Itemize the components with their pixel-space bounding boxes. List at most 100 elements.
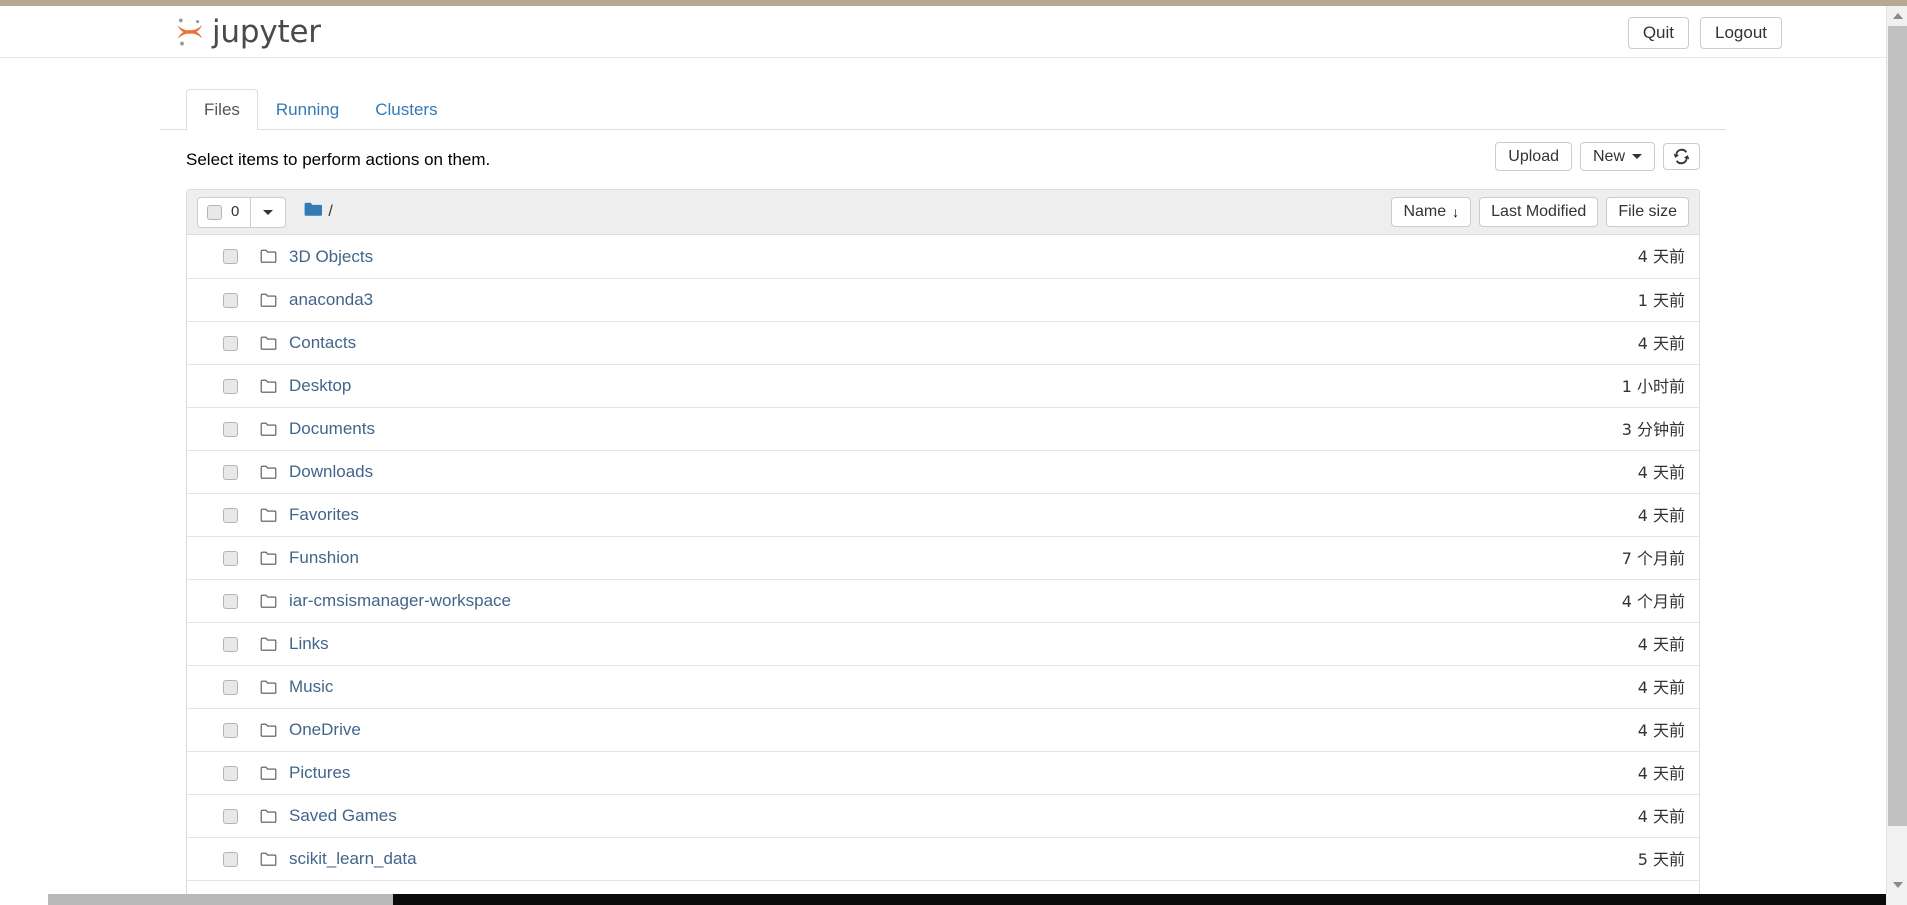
file-name-link[interactable]: Favorites xyxy=(289,505,359,525)
file-name-link[interactable]: Downloads xyxy=(289,462,373,482)
row-checkbox[interactable] xyxy=(223,808,238,824)
row-checkbox[interactable] xyxy=(223,765,238,781)
chevron-down-icon xyxy=(1632,154,1642,159)
table-row[interactable]: Pictures 4 天前 xyxy=(187,751,1699,794)
file-name-link[interactable]: Links xyxy=(289,634,329,654)
table-row[interactable]: Searches4 天前 xyxy=(187,880,1699,894)
file-name-link[interactable]: Funshion xyxy=(289,548,359,568)
file-name-link[interactable]: Contacts xyxy=(289,333,356,353)
select-all-dropdown-button[interactable] xyxy=(251,196,287,228)
folder-filled-icon[interactable] xyxy=(304,202,323,223)
vertical-scrollbar[interactable] xyxy=(1886,6,1907,894)
row-checkbox[interactable] xyxy=(223,722,238,738)
quit-button[interactable]: Quit xyxy=(1627,17,1689,49)
selected-count: 0 xyxy=(231,203,240,220)
table-row[interactable]: scikit_learn_data 5 天前 xyxy=(187,837,1699,880)
table-row[interactable]: Contacts 4 天前 xyxy=(187,321,1699,364)
file-name-link[interactable]: anaconda3 xyxy=(289,290,373,310)
row-checkbox[interactable] xyxy=(223,249,238,264)
select-all-button[interactable]: 0 xyxy=(197,196,252,228)
row-checkbox[interactable] xyxy=(223,851,238,867)
file-modified-time: 4 天前 xyxy=(1637,806,1685,826)
sort-name-label: Name xyxy=(1403,203,1447,220)
table-row[interactable]: Documents 3 分钟前 xyxy=(187,407,1699,450)
row-checkbox[interactable] xyxy=(223,464,238,480)
table-row[interactable]: iar-cmsismanager-workspace 4 个月前 xyxy=(187,579,1699,622)
file-modified-time: 4 天前 xyxy=(1637,677,1685,697)
file-modified-time: 4 天前 xyxy=(1637,505,1685,525)
new-button-label: New xyxy=(1592,148,1625,165)
file-name-link[interactable]: Saved Games xyxy=(289,806,397,826)
folder-icon xyxy=(260,852,277,867)
upload-button-label: Upload xyxy=(1508,148,1559,165)
table-row[interactable]: Downloads 4 天前 xyxy=(187,450,1699,493)
horizontal-scrollbar-track[interactable] xyxy=(393,894,1886,905)
scroll-down-arrow-icon[interactable] xyxy=(1887,875,1907,894)
upload-button[interactable]: Upload xyxy=(1495,142,1572,171)
table-row[interactable]: OneDrive 4 天前 xyxy=(187,708,1699,751)
row-checkbox[interactable] xyxy=(223,593,238,609)
file-name-link[interactable]: Documents xyxy=(289,419,375,439)
table-row[interactable]: Music 4 天前 xyxy=(187,665,1699,708)
select-items-hint: Select items to perform actions on them. xyxy=(186,150,491,169)
file-name-link[interactable]: iar-cmsismanager-workspace xyxy=(289,591,511,611)
file-modified-time: 3 分钟前 xyxy=(1621,419,1685,439)
file-name-link[interactable]: 3D Objects xyxy=(289,247,373,267)
file-name-link[interactable]: Pictures xyxy=(289,763,350,783)
table-row[interactable]: Funshion 7 个月前 xyxy=(187,536,1699,579)
action-button-group: Upload New xyxy=(1495,142,1700,171)
table-row[interactable]: Favorites 4 天前 xyxy=(187,493,1699,536)
horizontal-scrollbar[interactable] xyxy=(0,894,1886,905)
folder-icon xyxy=(260,766,277,781)
table-row[interactable]: Links 4 天前 xyxy=(187,622,1699,665)
file-name-link[interactable]: Music xyxy=(289,677,333,697)
scroll-up-arrow-icon[interactable] xyxy=(1887,6,1907,25)
refresh-button[interactable] xyxy=(1663,143,1700,170)
logout-button[interactable]: Logout xyxy=(1700,17,1782,49)
file-modified-time: 7 个月前 xyxy=(1621,548,1685,568)
file-modified-time: 4 天前 xyxy=(1637,720,1685,740)
action-row: Select items to perform actions on them.… xyxy=(160,141,1726,189)
file-modified-time: 1 天前 xyxy=(1637,290,1685,310)
table-row[interactable]: Saved Games 4 天前 xyxy=(187,794,1699,837)
jupyter-logo-text: jupyter xyxy=(212,14,321,50)
tab-running[interactable]: Running xyxy=(258,89,357,130)
row-checkbox[interactable] xyxy=(223,378,238,394)
table-row[interactable]: 3D Objects 4 天前 xyxy=(187,235,1699,278)
breadcrumb-root[interactable]: / xyxy=(328,203,332,221)
folder-icon xyxy=(260,551,277,566)
file-modified-time: 4 天前 xyxy=(1637,247,1685,266)
sort-by-filesize-button[interactable]: File size xyxy=(1606,197,1689,227)
sort-by-modified-button[interactable]: Last Modified xyxy=(1479,197,1599,227)
select-all-group: 0 xyxy=(197,196,287,228)
row-checkbox[interactable] xyxy=(223,679,238,695)
vertical-scrollbar-thumb[interactable] xyxy=(1888,26,1907,826)
file-name-link[interactable]: OneDrive xyxy=(289,720,361,740)
row-checkbox[interactable] xyxy=(223,507,238,523)
file-list-panel: 0 / Name ↓ Last Modified File size 3D Ob… xyxy=(186,189,1700,894)
breadcrumb: / xyxy=(304,202,333,223)
main-container: Files Running Clusters Select items to p… xyxy=(160,58,1726,894)
file-name-link[interactable]: Desktop xyxy=(289,376,351,396)
select-all-checkbox[interactable] xyxy=(207,204,222,220)
jupyter-logo[interactable]: jupyter xyxy=(174,11,321,53)
sort-button-group: Name ↓ Last Modified File size xyxy=(1391,197,1689,227)
table-row[interactable]: anaconda3 1 天前 xyxy=(187,278,1699,321)
folder-icon xyxy=(260,594,277,609)
tab-files[interactable]: Files xyxy=(186,89,258,130)
new-dropdown-button[interactable]: New xyxy=(1579,142,1655,171)
row-checkbox[interactable] xyxy=(223,335,238,351)
folder-icon xyxy=(260,809,277,824)
tab-clusters[interactable]: Clusters xyxy=(357,89,455,130)
row-checkbox[interactable] xyxy=(223,636,238,652)
table-row[interactable]: Desktop 1 小时前 xyxy=(187,364,1699,407)
folder-icon xyxy=(260,336,277,351)
row-checkbox[interactable] xyxy=(223,550,238,566)
file-list-header: 0 / Name ↓ Last Modified File size xyxy=(187,190,1699,235)
sort-by-name-button[interactable]: Name ↓ xyxy=(1391,197,1472,227)
file-name-link[interactable]: scikit_learn_data xyxy=(289,849,417,869)
file-modified-time: 4 个月前 xyxy=(1621,591,1685,611)
row-checkbox[interactable] xyxy=(223,421,238,437)
horizontal-scrollbar-thumb[interactable] xyxy=(48,894,393,905)
row-checkbox[interactable] xyxy=(223,292,238,308)
